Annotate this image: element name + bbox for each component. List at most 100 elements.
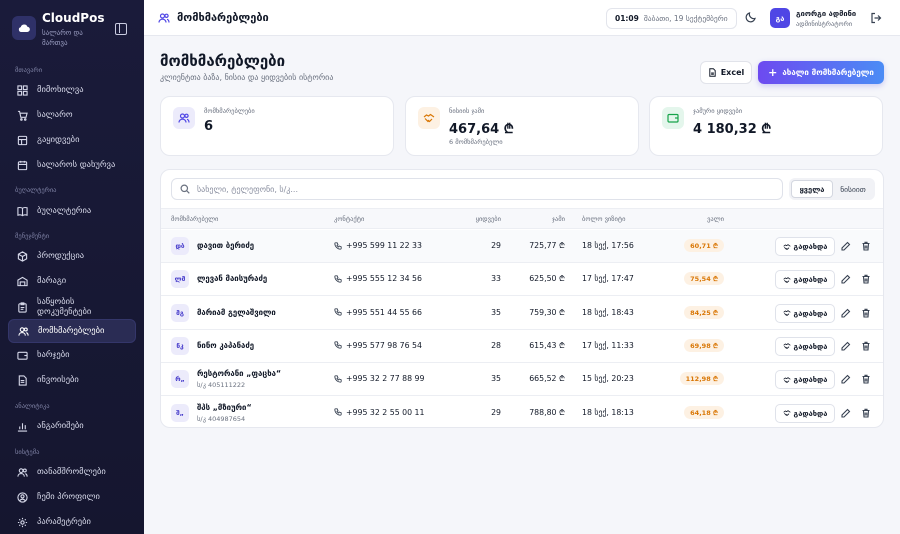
trash-icon[interactable] — [861, 241, 871, 251]
pay-button[interactable]: გადახდა — [775, 370, 835, 390]
moon-icon[interactable] — [745, 11, 757, 23]
filter-all[interactable]: ყველა — [791, 180, 833, 198]
sidebar-item-employees[interactable]: თანამშრომლები — [8, 460, 136, 484]
customer-orders: 35 — [491, 374, 501, 384]
filter-debt[interactable]: ნისიით — [833, 180, 873, 198]
trash-icon[interactable] — [861, 274, 871, 284]
table-row[interactable]: მგ მარიამ გელაშვილი +995 551 44 55 66 35… — [161, 297, 883, 330]
search-input[interactable] — [197, 184, 757, 194]
stat-card-debt: ნისიის ჯამი 467,64 ₾ 6 მომხმარებელი — [405, 96, 639, 156]
edit-icon[interactable] — [841, 408, 851, 418]
trash-icon[interactable] — [861, 308, 871, 318]
stat-value: 4 180,32 ₾ — [693, 122, 772, 137]
sidebar-toggle-icon[interactable] — [115, 23, 127, 35]
customer-orders: 33 — [491, 274, 501, 284]
trash-icon[interactable] — [861, 408, 871, 418]
pay-button[interactable]: გადახდა — [775, 403, 835, 423]
debt-badge: 84,25 ₾ — [666, 305, 724, 320]
customer-last-visit: 17 სექ, 17:47 — [582, 274, 634, 284]
phone-icon — [334, 375, 342, 383]
stat-label: ჯამური ყიდვები — [693, 107, 743, 115]
pay-button[interactable]: გადახდა — [775, 303, 835, 323]
table-row[interactable]: ლმ ლევან მაისურაძე +995 555 12 34 56 33 … — [161, 263, 883, 297]
customer-phone: +995 32 2 77 88 99 — [334, 374, 424, 383]
col-debt: ვალი — [707, 215, 724, 223]
add-customer-button[interactable]: + ახალი მომხმარებელი — [758, 61, 884, 84]
clipboard-icon — [15, 300, 29, 314]
sidebar-item-label: ჩემი პროფილი — [37, 492, 100, 502]
sidebar-item-customers[interactable]: მომხმარებლები — [8, 319, 136, 343]
edit-icon[interactable] — [841, 374, 851, 384]
team-icon — [15, 465, 29, 479]
debt-badge: 75,54 ₾ — [666, 272, 724, 286]
phone-icon — [334, 275, 342, 283]
customer-avatar: შ„ — [171, 403, 189, 422]
table-row[interactable]: ნკ ნინო კაპანაძე +995 577 98 76 54 28 61… — [161, 330, 883, 363]
clock-badge: 01:09 შაბათი, 19 სექტემბერი — [606, 8, 737, 29]
pay-button[interactable]: გადახდა — [775, 336, 835, 356]
edit-icon[interactable] — [841, 308, 851, 318]
table-row[interactable]: შ„ შპს „მზიური“ ს/კ 404987654 +995 32 2 … — [161, 397, 883, 428]
customer-total: 625,50 ₾ — [529, 274, 565, 284]
cart-icon — [15, 108, 29, 122]
search-box[interactable] — [171, 178, 783, 200]
sidebar-item-stock[interactable]: მარაგი — [8, 269, 136, 293]
sidebar-item-reports[interactable]: ანგარიშები — [8, 414, 136, 438]
sidebar-item-invoices[interactable]: ინვოისები — [8, 368, 136, 392]
avatar[interactable]: გა — [770, 8, 790, 28]
phone-number: +995 599 11 22 33 — [346, 241, 422, 250]
sidebar-item-label: მომხმარებლები — [38, 326, 105, 336]
section-label-accounting: ბუღალტერია — [15, 186, 57, 194]
customer-orders: 35 — [491, 307, 501, 317]
search-icon — [180, 184, 190, 194]
customer-last-visit: 17 სექ, 11:33 — [582, 340, 634, 350]
customer-last-visit: 18 სექ, 18:13 — [582, 407, 634, 417]
pay-button-label: გადახდა — [793, 375, 828, 385]
debt-amount: 75,54 ₾ — [684, 272, 724, 286]
customer-avatar: ნკ — [171, 336, 189, 355]
sidebar-item-pos[interactable]: სალარო — [8, 103, 136, 127]
debt-badge: 69,98 ₾ — [666, 338, 724, 353]
customer-phone: +995 555 12 34 56 — [334, 274, 422, 283]
phone-icon — [334, 308, 342, 316]
customer-name: მარიამ გელაშვილი — [197, 307, 276, 317]
sidebar-item-profile[interactable]: ჩემი პროფილი — [8, 485, 136, 509]
pay-button[interactable]: გადახდა — [775, 237, 835, 256]
section-label-management: მენეჯმენტი — [15, 232, 50, 240]
trash-icon[interactable] — [861, 341, 871, 351]
excel-export-button[interactable]: Excel — [700, 61, 752, 84]
customer-avatar: რ„ — [171, 370, 189, 389]
debt-amount: 64,18 ₾ — [684, 405, 724, 419]
customers-table-card: ყველა ნისიით მომხმარებელი კონტაქტი ყიდვე… — [160, 169, 884, 428]
table-row[interactable]: რ„ რესტორანი „ფაცხა“ ს/კ 405111222 +995 … — [161, 363, 883, 397]
wallet-icon — [15, 348, 29, 362]
clock-date: შაბათი, 19 სექტემბერი — [643, 14, 728, 23]
sidebar-item-settings[interactable]: პარამეტრები — [8, 510, 136, 534]
sidebar-item-products[interactable]: პროდუქცია — [8, 244, 136, 268]
sidebar-item-warehouse-docs[interactable]: საწყობის დოკუმენტები — [8, 294, 136, 320]
box-icon — [15, 249, 29, 263]
sidebar-item-register-close[interactable]: სალაროს დახურვა — [8, 153, 136, 177]
logout-icon[interactable] — [870, 12, 882, 24]
brand[interactable]: CloudPos სალარო და მართვა — [12, 11, 104, 47]
edit-icon[interactable] — [841, 241, 851, 251]
sidebar-item-expenses[interactable]: ხარჯები — [8, 343, 136, 367]
customer-last-visit: 18 სექ, 18:43 — [582, 307, 634, 317]
user-role: ადმინისტრატორი — [796, 20, 853, 28]
handshake-icon — [418, 107, 440, 129]
phone-icon — [334, 241, 342, 250]
warehouse-icon — [15, 274, 29, 288]
sidebar-item-accounting[interactable]: ბუღალტერია — [8, 199, 136, 223]
sidebar-item-sales[interactable]: გაყიდვები — [8, 128, 136, 152]
sidebar-item-label: პროდუქცია — [37, 251, 85, 261]
sidebar-item-overview[interactable]: მიმოხილვა — [8, 78, 136, 102]
handshake-icon — [782, 343, 791, 350]
customer-name: შპს „მზიური“ — [197, 402, 252, 412]
handshake-icon — [782, 376, 791, 383]
pay-button[interactable]: გადახდა — [775, 270, 835, 290]
sidebar-item-label: თანამშრომლები — [37, 467, 106, 477]
table-row[interactable]: დბ დავით ბერიძე +995 599 11 22 33 29 725… — [161, 230, 883, 263]
edit-icon[interactable] — [841, 274, 851, 284]
edit-icon[interactable] — [841, 341, 851, 351]
trash-icon[interactable] — [861, 374, 871, 384]
